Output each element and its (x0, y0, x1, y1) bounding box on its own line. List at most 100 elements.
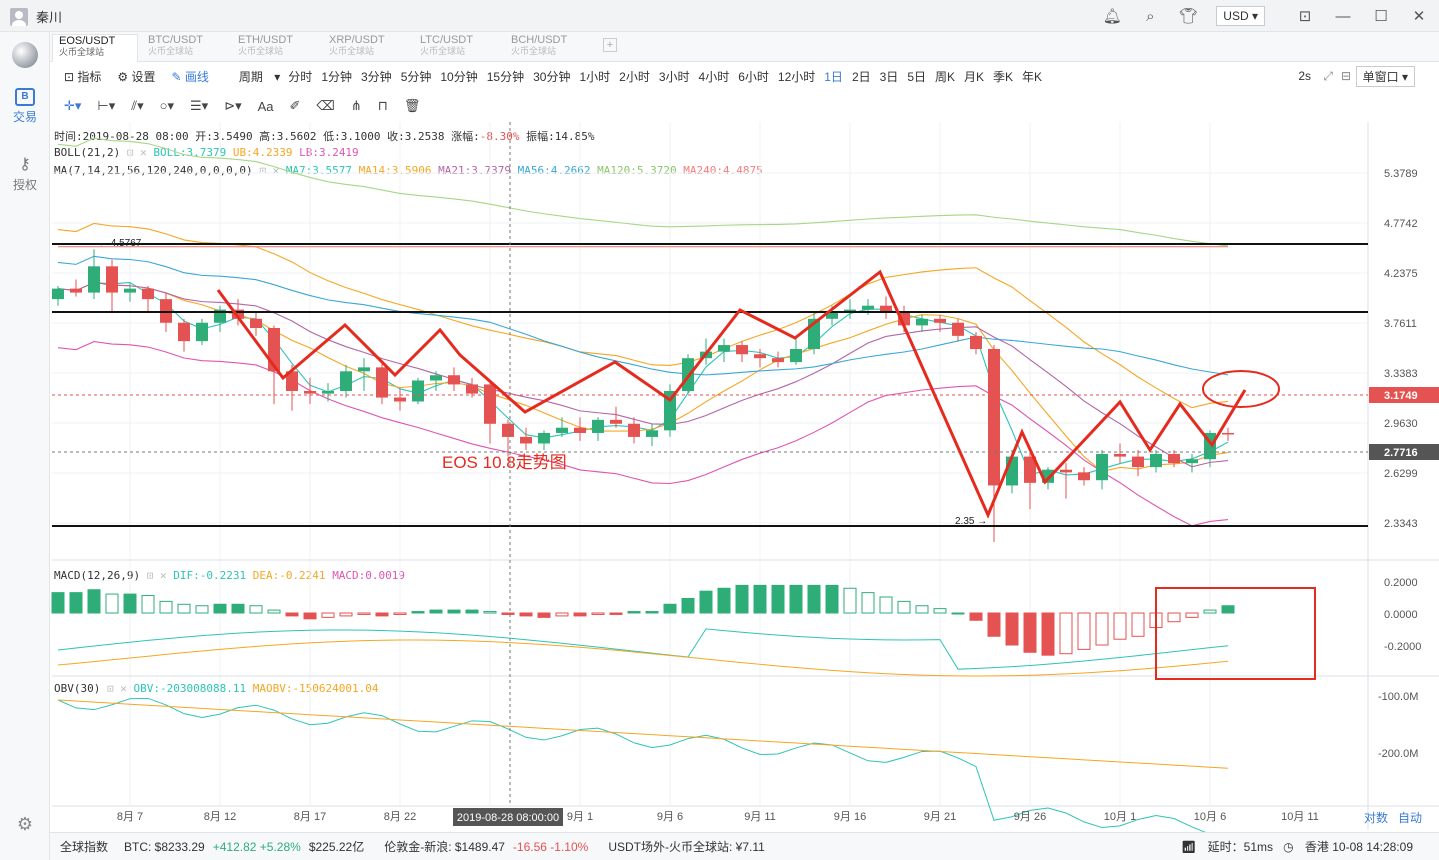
candle-body (394, 397, 406, 402)
macd-bar (807, 584, 821, 614)
candle-body (520, 436, 532, 444)
macd-bar (357, 612, 371, 615)
macd-bar (249, 605, 263, 614)
date-tick: 8月 7 (117, 811, 143, 823)
candle-body (304, 390, 316, 394)
macd-bar (969, 612, 983, 621)
cursor-date-tag: 2019-08-28 08:00:00 (457, 812, 559, 824)
macd-bar (177, 603, 191, 614)
macd-bar (1185, 612, 1199, 618)
macd-bar (735, 584, 749, 614)
candle-body (1078, 472, 1090, 481)
candle-body (754, 354, 766, 359)
candle-body (430, 375, 442, 381)
candle-body (106, 266, 118, 293)
macd-bar (213, 603, 227, 614)
macd-bar (447, 609, 461, 614)
macd-bar (915, 605, 929, 614)
date-tick: 10月 1 (1104, 811, 1136, 823)
macd-bar (645, 611, 659, 614)
macd-bars (51, 584, 1235, 677)
macd-bar (771, 584, 785, 614)
macd-bar (321, 612, 335, 618)
clock-icon: ◷ (1283, 840, 1294, 854)
candle-body (124, 288, 136, 293)
candle-body (772, 358, 784, 363)
candle-body (556, 427, 568, 433)
date-tick: 9月 11 (744, 811, 776, 823)
candle-body (502, 423, 514, 437)
candle-body (1114, 453, 1126, 457)
candle-body (178, 322, 190, 342)
candle-body (1006, 456, 1018, 486)
macd-bar (1203, 609, 1217, 614)
date-tick: 8月 17 (294, 811, 326, 823)
candle-body (934, 318, 946, 323)
macd-bar (879, 596, 893, 614)
candle-body (1222, 432, 1234, 435)
status-bar: 全球指数 BTC: $8233.29 +412.82 +5.28% $225.2… (50, 832, 1439, 860)
candle-body (340, 371, 352, 391)
candle-body (196, 322, 208, 342)
date-tick: 10月 11 (1281, 811, 1319, 823)
candle-body (358, 367, 370, 372)
candle-body (970, 335, 982, 349)
axes: 5.3789 4.7742 4.2375 3.7611 3.3383 2.9630 2.62… (117, 168, 1439, 826)
wifi-icon: 📶︎ (1181, 840, 1197, 854)
candle-body (718, 345, 730, 352)
price-tick: 4.2375 (1384, 268, 1418, 280)
macd-bar (1221, 605, 1235, 614)
macd-bar (537, 612, 551, 618)
candle-body (1168, 453, 1180, 464)
candle-body (916, 318, 928, 326)
macd-bar (69, 592, 83, 614)
candle-body (628, 423, 640, 437)
price-tick: 5.3789 (1384, 168, 1418, 180)
maobv-line (57, 699, 1229, 769)
candle-body (250, 318, 262, 329)
macd-bar (591, 612, 605, 615)
macd-bar (393, 612, 407, 615)
candle-body (610, 419, 622, 424)
macd-bar (573, 612, 587, 617)
btc-volume: $225.22亿 (308, 840, 365, 854)
kline-chart[interactable]: EOS 10.8走势图 ← 4.5767 2.35 → 5.3789 4.7742 4.… (0, 0, 1439, 860)
candle-body (52, 288, 64, 300)
gold-price: 伦敦金-新浪: $1489.47 (384, 840, 505, 854)
macd-bar (627, 611, 641, 614)
date-tick: 8月 22 (384, 811, 416, 823)
global-index[interactable]: 全球指数 (60, 838, 108, 855)
indicator-lines (57, 137, 1229, 527)
btc-change: +412.82 +5.28% (212, 839, 301, 854)
candle-body (574, 427, 586, 433)
candle-body (88, 266, 100, 293)
highlight-circle (1202, 370, 1280, 408)
price-tick: 2.9630 (1384, 418, 1418, 430)
macd-bar (1095, 612, 1109, 646)
candle-body (538, 432, 550, 444)
candle-body (1186, 459, 1198, 464)
candle-body (412, 380, 424, 402)
macd-bar (861, 592, 875, 614)
candle-body (160, 299, 172, 323)
log-scale-button: 对数 (1364, 810, 1388, 825)
macd-tick: 0.2000 (1384, 577, 1418, 589)
auto-scale-button: 自动 (1398, 811, 1422, 825)
candle-body (448, 375, 460, 385)
macd-bar (1041, 612, 1055, 656)
macd-bar (429, 609, 443, 614)
candle-body (736, 345, 748, 355)
macd-bar (717, 587, 731, 614)
macd-bar (1077, 612, 1091, 650)
obv-tick: -100.0M (1378, 691, 1418, 703)
candle-body (592, 419, 604, 433)
gold-change: -16.56 -1.10% (512, 839, 589, 854)
candle-body (1150, 453, 1162, 468)
macd-bar (465, 609, 479, 614)
macd-bar (51, 592, 65, 614)
macd-bar (897, 600, 911, 614)
macd-bar (159, 600, 173, 614)
macd-bar (609, 612, 623, 615)
obv-tick: -200.0M (1378, 748, 1418, 760)
candle-body (376, 367, 388, 398)
